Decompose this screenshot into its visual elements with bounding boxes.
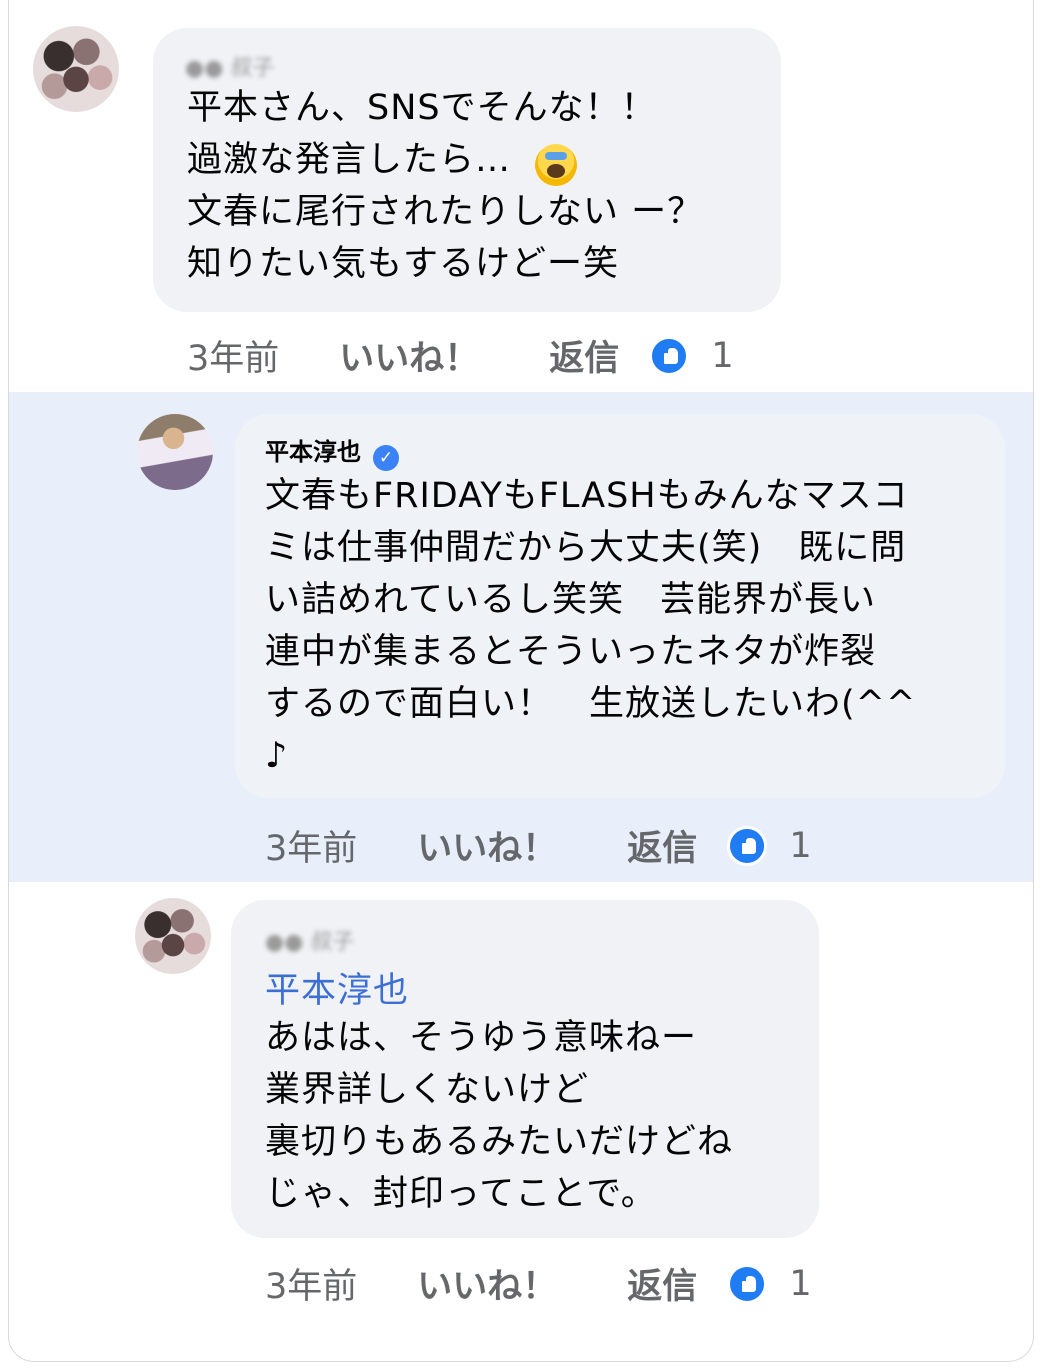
comment-author-blurred[interactable]: ●● 叔子 [265, 924, 354, 956]
like-button[interactable]: いいね！ [339, 330, 479, 381]
face-screaming-emoji-icon [535, 144, 577, 186]
reply-button[interactable]: 返信 [627, 1258, 697, 1309]
mention-link[interactable]: 平本淳也 [265, 962, 409, 1013]
avatar[interactable] [137, 414, 213, 490]
comment-actions: 3年前 いいね！ 返信 1 [187, 330, 734, 381]
comment-text: 文春もFRIDAYもFLASHもみんなマスコ ミは仕事仲間だから大丈夫(笑) 既… [265, 476, 917, 776]
comment-actions: 3年前 いいね！ 返信 1 [265, 820, 812, 871]
reply-button[interactable]: 返信 [549, 330, 619, 381]
comment-thread: ●● 叔子 平本さん、SNSでそんな！！ 過激な発言したら… 文春に尾行されたり… [8, 0, 1034, 1362]
timestamp[interactable]: 3年前 [265, 820, 357, 871]
like-reaction-icon[interactable] [727, 825, 768, 866]
avatar-blurred-image [135, 898, 211, 974]
comment-text: あはは、そうゆう意味ねー 業界詳しくないけど 裏切りもあるみたいだけどね じゃ、… [265, 1018, 734, 1214]
timestamp[interactable]: 3年前 [187, 330, 279, 381]
comment-author-blurred[interactable]: ●● 叔子 [185, 50, 274, 82]
avatar[interactable] [135, 898, 211, 974]
avatar-blurred-image [33, 26, 119, 112]
avatar-photo [137, 414, 213, 490]
comment-text: 平本さん、SNSでそんな！！ 過激な発言したら… 文春に尾行されたりしない ー？… [187, 82, 777, 290]
comment-actions: 3年前 いいね！ 返信 1 [265, 1258, 812, 1309]
like-reaction-icon[interactable] [727, 1263, 768, 1304]
author-name[interactable]: 平本淳也 [265, 438, 361, 466]
comment-author[interactable]: 平本淳也 ✓ [265, 432, 399, 471]
reaction-count[interactable]: 1 [789, 826, 811, 866]
timestamp[interactable]: 3年前 [265, 1258, 357, 1309]
like-reaction-icon[interactable] [649, 335, 690, 376]
reaction-count[interactable]: 1 [789, 1264, 811, 1304]
avatar[interactable] [33, 26, 119, 112]
comment-text-line: 平本さん、SNSでそんな！！ 過激な発言したら… 文春に尾行されたりしない ー？… [187, 88, 704, 284]
like-button[interactable]: いいね！ [417, 1258, 557, 1309]
reply-button[interactable]: 返信 [627, 820, 697, 871]
like-button[interactable]: いいね！ [417, 820, 557, 871]
reaction-count[interactable]: 1 [711, 336, 733, 376]
verified-badge-icon: ✓ [373, 445, 399, 471]
